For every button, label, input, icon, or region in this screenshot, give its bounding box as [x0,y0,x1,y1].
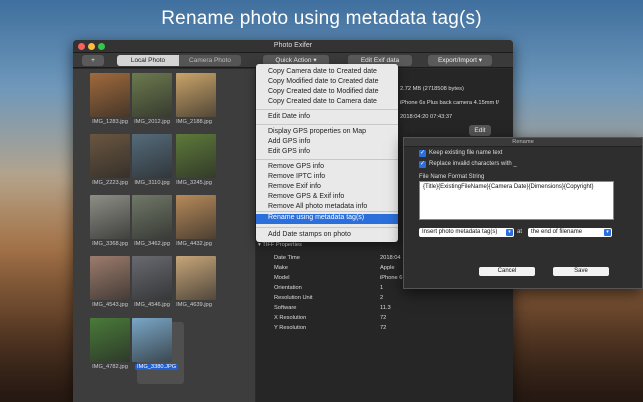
format-string-field[interactable]: {Title}{ExistingFileName}{Camera Date}{D… [419,181,614,220]
menu-item[interactable]: Remove GPS & Exif info [268,193,344,200]
tiff-value: iPhone 6 [380,275,403,281]
menu-item[interactable]: Remove Exif info [268,183,321,190]
menu-item[interactable]: Edit Date info [268,113,310,120]
edit-date-button[interactable]: Edit [469,125,491,136]
tiff-key: Model [274,275,290,281]
photo-filename: IMG_4782.jpg [92,364,128,370]
menu-separator [256,211,398,212]
menu-separator [256,109,398,110]
file-size: 2.72 MB (2718508 bytes) [400,86,464,92]
insert-position-select[interactable]: the end of filename ▾ [528,228,612,237]
menu-item[interactable]: Copy Created date to Modified date [268,88,379,95]
window-title: Photo Exifer [273,42,313,49]
menu-item[interactable]: Copy Camera date to Created date [268,68,377,75]
format-label: File Name Format String [419,174,485,180]
rename-dialog: Rename ✓ Keep existing file name text ✓ … [403,137,643,289]
tiff-key: Software [274,305,297,311]
menu-item[interactable]: Display GPS properties on Map [268,128,366,135]
menu-separator [256,124,398,125]
insert-tag-select[interactable]: Insert photo metadata tag(s) ▾ [419,228,514,237]
tiff-value: 11.3 [380,305,391,311]
export-import-button[interactable]: Export/Import ▾ [428,55,492,66]
capture-date: 2018:04:20 07:43:37 [400,114,453,120]
chevron-down-icon: ▾ [604,229,611,236]
tiff-properties-header[interactable]: ▾ TIFF Properties [258,242,302,248]
menu-item[interactable]: Copy Created date to Camera date [268,98,377,105]
quick-action-menu: Copy Camera date to Created date Copy Mod… [256,64,398,242]
photo-filename: IMG_4432.jpg [176,241,212,247]
keep-name-label: Keep existing file name text [429,150,503,156]
photo-thumbnail[interactable] [90,318,130,362]
menu-item[interactable]: Remove GPS info [268,163,324,170]
photo-thumbnail[interactable] [90,195,130,239]
menu-separator [256,227,398,228]
tiff-key: Orientation [274,285,302,291]
menu-item[interactable]: Copy Modified date to Created date [268,78,379,85]
tiff-key: Y Resolution [274,325,307,331]
selected-photo-label: IMG_3380.JPG [135,364,179,370]
banner-title: Rename photo using metadata tag(s) [161,8,482,29]
chevron-down-icon: ▾ [506,229,513,236]
photo-thumbnail[interactable] [176,256,216,300]
at-label: at [517,229,523,235]
replace-chars-checkbox[interactable]: ✓ [419,161,426,168]
add-button[interactable]: + [82,55,104,66]
photo-thumbnail[interactable] [176,195,216,239]
photo-thumbnail[interactable] [132,318,172,362]
save-button[interactable]: Save [553,267,609,276]
replace-chars-label: Replace invalid characters with _ [429,161,517,167]
menu-item[interactable]: Remove All photo metadata info [268,203,367,210]
photo-thumbnail[interactable] [132,134,172,178]
photo-filename: IMG_2188.jpg [176,119,212,125]
photo-thumbnail[interactable] [132,256,172,300]
tiff-value: 2 [380,295,384,301]
menu-separator [256,159,398,160]
photo-thumbnail[interactable] [132,195,172,239]
photo-thumbnail[interactable] [176,134,216,178]
menu-item[interactable]: Rename using metadata tag(s) [268,214,364,221]
tiff-value: 72 [380,325,387,331]
photo-thumbnail[interactable] [132,73,172,117]
tab-local-photo[interactable]: Local Photo [117,55,179,66]
tiff-key: Date Time [274,255,300,261]
photo-filename: IMG_3245.jpg [176,180,212,186]
menu-item[interactable]: Add Date stamps on photo [268,231,351,238]
camera-model: iPhone 6s Plus back camera 4.15mm f/ [400,100,499,106]
tiff-value: 2018:04 [380,255,401,261]
tiff-key: Make [274,265,288,271]
keep-name-checkbox[interactable]: ✓ [419,150,426,157]
tab-camera-photo[interactable]: Camera Photo [179,55,241,66]
photo-thumbnail[interactable] [90,73,130,117]
cancel-button[interactable]: Cancel [479,267,535,276]
dialog-title: Rename [404,138,642,147]
insert-position-select-value: the end of filename [531,229,583,235]
menu-item[interactable]: Remove IPTC info [268,173,325,180]
source-tabs: Local Photo Camera Photo [117,55,241,66]
tiff-value: Apple [380,265,395,271]
title-bar: Photo Exifer [73,40,513,53]
menu-item[interactable]: Edit GPS info [268,148,310,155]
photo-grid: IMG_1283.jpg IMG_2012.jpg IMG_2188.jpg IMG_… [73,69,255,402]
tiff-key: X Resolution [274,315,307,321]
tiff-value: 1 [380,285,384,291]
insert-tag-select-value: Insert photo metadata tag(s) [422,229,498,235]
photo-thumbnail[interactable] [176,73,216,117]
photo-thumbnail[interactable] [90,256,130,300]
menu-item[interactable]: Add GPS info [268,138,310,145]
tiff-key: Resolution Unit [274,295,313,301]
photo-thumbnail[interactable] [90,134,130,178]
tiff-value: 72 [380,315,387,321]
photo-filename: IMG_4639.jpg [176,302,212,308]
